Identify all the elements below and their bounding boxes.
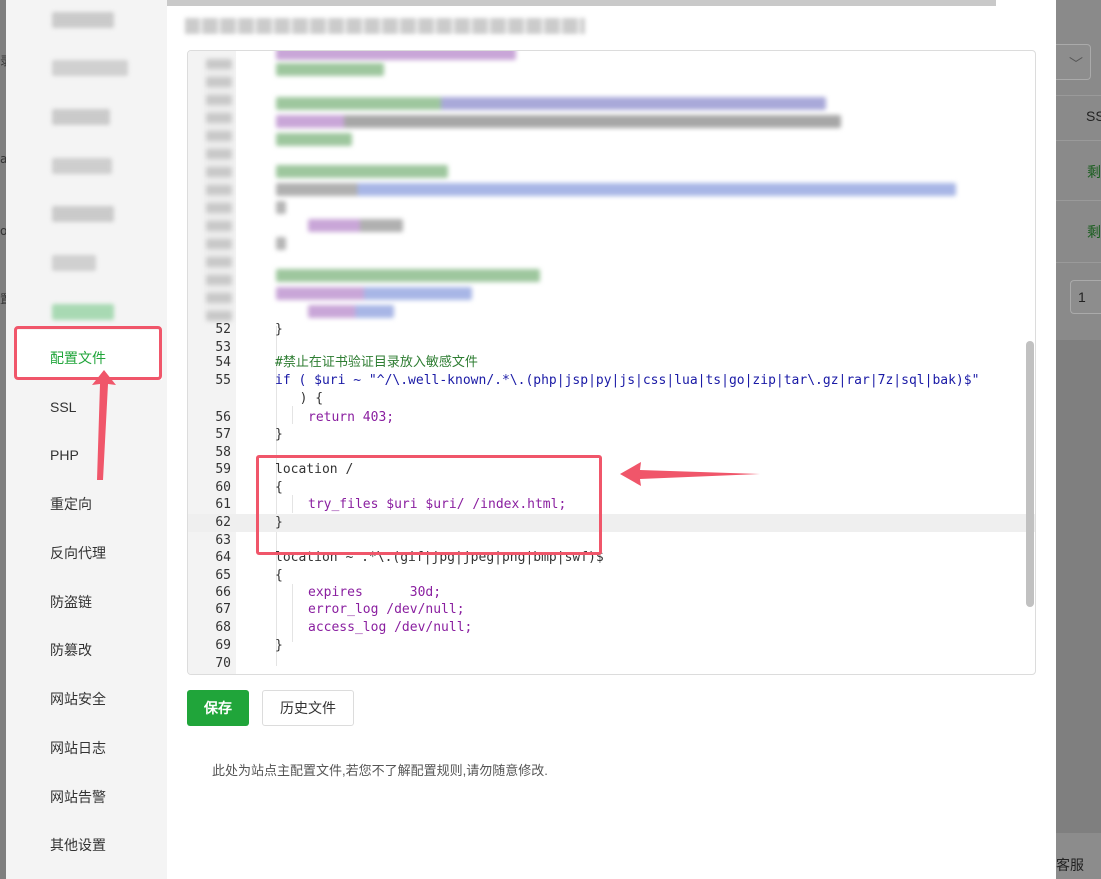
blurred-code-region xyxy=(188,51,1035,326)
chevron-down-icon: ﹀ xyxy=(1069,57,1083,73)
sidebar-item-blurred[interactable] xyxy=(52,304,114,320)
bg-column-header: SS xyxy=(1086,108,1101,124)
blurred-description xyxy=(185,18,585,34)
bg-select: ﹀ xyxy=(1056,44,1091,80)
bg-service-bar: 客服 xyxy=(1056,833,1101,879)
sidebar-item-site-logs[interactable]: 网站日志 xyxy=(50,737,106,759)
editor-scrollbar[interactable] xyxy=(1026,341,1034,607)
config-warning-note: 此处为站点主配置文件,若您不了解配置规则,请勿随意修改. xyxy=(212,763,548,778)
code-line: 65{ xyxy=(215,568,283,583)
config-code-editor[interactable]: 52} 53 54 #禁止在证书验证目录放入敏感文件 55 if ( $uri ~ … xyxy=(187,50,1036,675)
code-line: 57} xyxy=(215,427,283,442)
bg-page-number: 1 xyxy=(1078,289,1086,305)
code-line: 54 #禁止在证书验证目录放入敏感文件 xyxy=(215,355,478,370)
bg-service-label: 客服 xyxy=(1056,857,1084,873)
sidebar-item-php[interactable]: PHP xyxy=(50,444,79,466)
site-settings-modal: 配置文件 SSL PHP 重定向 反向代理 防盗链 防篡改 网站安全 网站日志 … xyxy=(6,0,1056,879)
sidebar-item-reverse-proxy[interactable]: 反向代理 xyxy=(50,542,106,564)
history-files-button[interactable]: 历史文件 xyxy=(262,690,354,726)
sidebar-item-blurred[interactable] xyxy=(52,255,96,271)
sidebar-item-blurred[interactable] xyxy=(52,60,128,76)
sidebar-item-hotlink-protection[interactable]: 防盗链 xyxy=(50,591,92,613)
sidebar-item-site-alerts[interactable]: 网站告警 xyxy=(50,786,106,808)
code-line: ) { xyxy=(284,391,324,406)
code-line: 56 return 403; xyxy=(215,410,395,425)
sidebar-item-other-settings[interactable]: 其他设置 xyxy=(50,834,106,856)
code-line: 55 if ( $uri ~ "^/\.well-known/.*\.(php|j… xyxy=(215,373,980,388)
config-content: 52} 53 54 #禁止在证书验证目录放入敏感文件 55 if ( $uri ~ … xyxy=(167,0,1056,879)
code-line: 69} xyxy=(215,638,283,653)
bg-cell: 剩 xyxy=(1087,164,1101,180)
sidebar-item-ssl[interactable]: SSL xyxy=(50,396,76,418)
sidebar-item-blurred[interactable] xyxy=(52,109,110,125)
annotation-sidebar-box xyxy=(14,326,162,380)
code-line: 68 access_log /dev/null; xyxy=(215,620,473,635)
bg-cell: 剩 xyxy=(1087,224,1101,240)
sidebar-item-blurred[interactable] xyxy=(52,158,112,174)
settings-sidebar: 配置文件 SSL PHP 重定向 反向代理 防盗链 防篡改 网站安全 网站日志 … xyxy=(6,0,167,879)
sidebar-item-blurred[interactable] xyxy=(52,206,114,222)
code-line: 67 error_log /dev/null; xyxy=(215,602,465,617)
save-button[interactable]: 保存 xyxy=(187,690,249,726)
sidebar-item-site-security[interactable]: 网站安全 xyxy=(50,688,106,710)
annotation-code-box xyxy=(256,455,602,555)
sidebar-item-tamper-protection[interactable]: 防篡改 xyxy=(50,639,92,661)
code-line: 52} xyxy=(215,322,283,337)
sidebar-item-redirect[interactable]: 重定向 xyxy=(50,493,92,515)
code-line: 70 xyxy=(215,656,231,671)
code-line: 66 expires 30d; xyxy=(215,585,442,600)
sidebar-item-blurred[interactable] xyxy=(52,12,114,28)
